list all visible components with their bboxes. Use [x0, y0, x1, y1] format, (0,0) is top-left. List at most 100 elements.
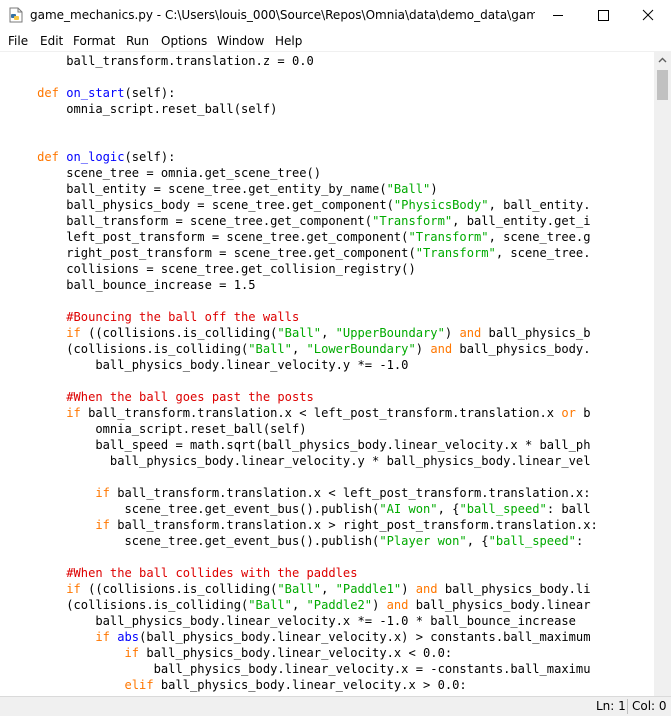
code-line[interactable]: ball_physics_body.linear_velocity.x *= -… [8, 613, 576, 629]
code-token: "Transform" [415, 246, 496, 260]
scroll-up-arrow-icon[interactable] [654, 52, 671, 69]
menu-file[interactable]: File [6, 31, 30, 51]
code-line[interactable]: if ball_transform.translation.x < left_p… [8, 405, 590, 421]
menu-window[interactable]: Window [215, 31, 266, 51]
code-token: "Transform" [408, 230, 489, 244]
code-line[interactable]: #Bouncing the ball off the walls [8, 309, 299, 325]
code-token: right_post_transform = scene_tree.get_co… [8, 246, 416, 260]
code-line[interactable]: if ball_physics_body.linear_velocity.x <… [8, 645, 453, 661]
code-token: , [291, 342, 307, 356]
code-line[interactable]: right_post_transform = scene_tree.get_co… [8, 245, 591, 261]
menu-edit[interactable]: Edit [38, 31, 65, 51]
code-line[interactable]: if ball_transform.translation.x > right_… [8, 517, 598, 533]
code-line[interactable]: ball_transform.translation.z = 0.0 [8, 53, 314, 69]
code-token: ball_speed = math.sqrt(ball_physics_body… [8, 438, 591, 452]
code-token: omnia_script.reset_ball(self) [8, 422, 307, 436]
code-token: collisions = scene_tree.get_collision_re… [8, 262, 416, 276]
code-line[interactable]: collisions = scene_tree.get_collision_re… [8, 261, 416, 277]
code-line[interactable]: ball_speed = math.sqrt(ball_physics_body… [8, 437, 590, 453]
code-token: (ball_physics_body.linear_velocity.x) > … [139, 630, 591, 644]
menu-options[interactable]: Options [159, 31, 209, 51]
code-line[interactable]: elif ball_physics_body.linear_velocity.x… [8, 677, 467, 693]
menu-help[interactable]: Help [273, 31, 304, 51]
code-line[interactable]: #When the ball goes past the posts [8, 389, 314, 405]
code-token: #When the ball collides with the paddles [66, 566, 358, 580]
code-token: on_logic [66, 150, 125, 164]
code-line[interactable]: scene_tree.get_event_bus().publish("AI w… [8, 501, 590, 517]
status-line-number: Ln: 1 [596, 699, 626, 713]
code-line[interactable]: ball_physics_body.linear_velocity.y * ba… [8, 453, 591, 469]
code-line[interactable]: if ((collisions.is_colliding("Ball", "Pa… [8, 581, 591, 597]
code-token: and [459, 326, 482, 340]
code-line[interactable]: ball_bounce_increase = 1.5 [8, 277, 256, 293]
code-token: and [415, 582, 438, 596]
code-line[interactable]: def on_logic(self): [8, 149, 175, 165]
maximize-button[interactable] [581, 0, 627, 31]
code-token: "Ball" [248, 342, 292, 356]
scrollbar-track[interactable] [654, 100, 671, 696]
code-line[interactable]: if ((collisions.is_colliding("Ball", "Up… [8, 325, 590, 341]
code-line[interactable]: ball_physics_body = scene_tree.get_compo… [8, 197, 591, 213]
code-line[interactable]: ball_physics_body.linear_velocity.y *= -… [8, 357, 408, 373]
code-token: if [124, 646, 140, 660]
code-token: if [95, 518, 110, 532]
code-token: (self): [124, 150, 176, 164]
code-token: "ball_speed" [459, 502, 547, 516]
code-token: ) [430, 182, 438, 196]
minimize-button[interactable] [535, 0, 581, 31]
code-token: ball_physics_body.linear_velocity.x < 0.… [139, 646, 453, 660]
code-token: ball_transform.translation.x < left_post… [109, 486, 591, 500]
scrollbar-thumb[interactable] [657, 70, 668, 100]
code-token: ) [372, 598, 387, 612]
code-line[interactable]: omnia_script.reset_ball(self) [8, 421, 307, 437]
window-title: game_mechanics.py - C:\Users\louis_000\S… [30, 8, 535, 22]
code-token: "Ball" [248, 598, 292, 612]
code-token: ) [444, 326, 460, 340]
code-token: ball_bounce_increase = 1.5 [8, 278, 256, 292]
status-divider [627, 699, 628, 714]
code-line[interactable]: (collisions.is_colliding("Ball", "Paddle… [8, 597, 590, 613]
code-line[interactable]: def on_start(self): [8, 85, 175, 101]
status-bar: Ln: 1 Col: 0 [0, 696, 671, 716]
code-token: ball_transform.translation.x > right_pos… [109, 518, 598, 532]
code-editor[interactable]: ball_transform.translation.z = 0.0 def o… [0, 52, 654, 696]
code-line[interactable]: ball_entity = scene_tree.get_entity_by_n… [8, 181, 438, 197]
code-token: , scene_tree.g [488, 230, 591, 244]
code-token: , ball_entity. [488, 198, 591, 212]
code-line[interactable]: omnia_script.reset_ball(self) [8, 101, 277, 117]
code-line[interactable]: ball_transform = scene_tree.get_componen… [8, 213, 590, 229]
code-token: (collisions.is_colliding( [8, 598, 249, 612]
vertical-scrollbar[interactable] [654, 52, 671, 696]
code-token: left_post_transform = scene_tree.get_com… [8, 230, 409, 244]
code-token: ) [401, 582, 416, 596]
menu-run[interactable]: Run [124, 31, 151, 51]
code-line[interactable]: if ball_transform.translation.x < left_p… [8, 485, 591, 501]
code-line[interactable]: scene_tree = omnia.get_scene_tree() [8, 165, 321, 181]
code-token: , scene_tree. [495, 246, 591, 260]
code-token: ball_physics_body.linear_velocity.x > 0.… [153, 678, 467, 692]
code-token: , [291, 598, 307, 612]
code-token: "ball_speed" [488, 534, 576, 548]
code-token: , { [437, 502, 460, 516]
code-line[interactable]: ball_physics_body.linear_velocity.x = -c… [8, 661, 591, 677]
code-token: scene_tree = omnia.get_scene_tree() [8, 166, 322, 180]
code-token: ball_physics_body. [452, 342, 591, 356]
code-token: ball_physics_body.li [437, 582, 591, 596]
code-token: scene_tree.get_event_bus().publish( [8, 502, 380, 516]
code-line[interactable]: left_post_transform = scene_tree.get_com… [8, 229, 591, 245]
close-button[interactable] [625, 0, 671, 31]
code-token: , { [466, 534, 489, 548]
code-token: if [66, 406, 81, 420]
code-token: and [430, 342, 453, 356]
code-line[interactable]: #When the ball collides with the paddles [8, 565, 358, 581]
code-token: ball_entity = scene_tree.get_entity_by_n… [8, 182, 387, 196]
code-line[interactable]: scene_tree.get_event_bus().publish("Play… [8, 533, 583, 549]
code-line[interactable]: (collisions.is_colliding("Ball", "LowerB… [8, 341, 591, 357]
menu-format[interactable]: Format [71, 31, 117, 51]
code-line[interactable]: if abs(ball_physics_body.linear_velocity… [8, 629, 591, 645]
code-token: if [66, 326, 81, 340]
